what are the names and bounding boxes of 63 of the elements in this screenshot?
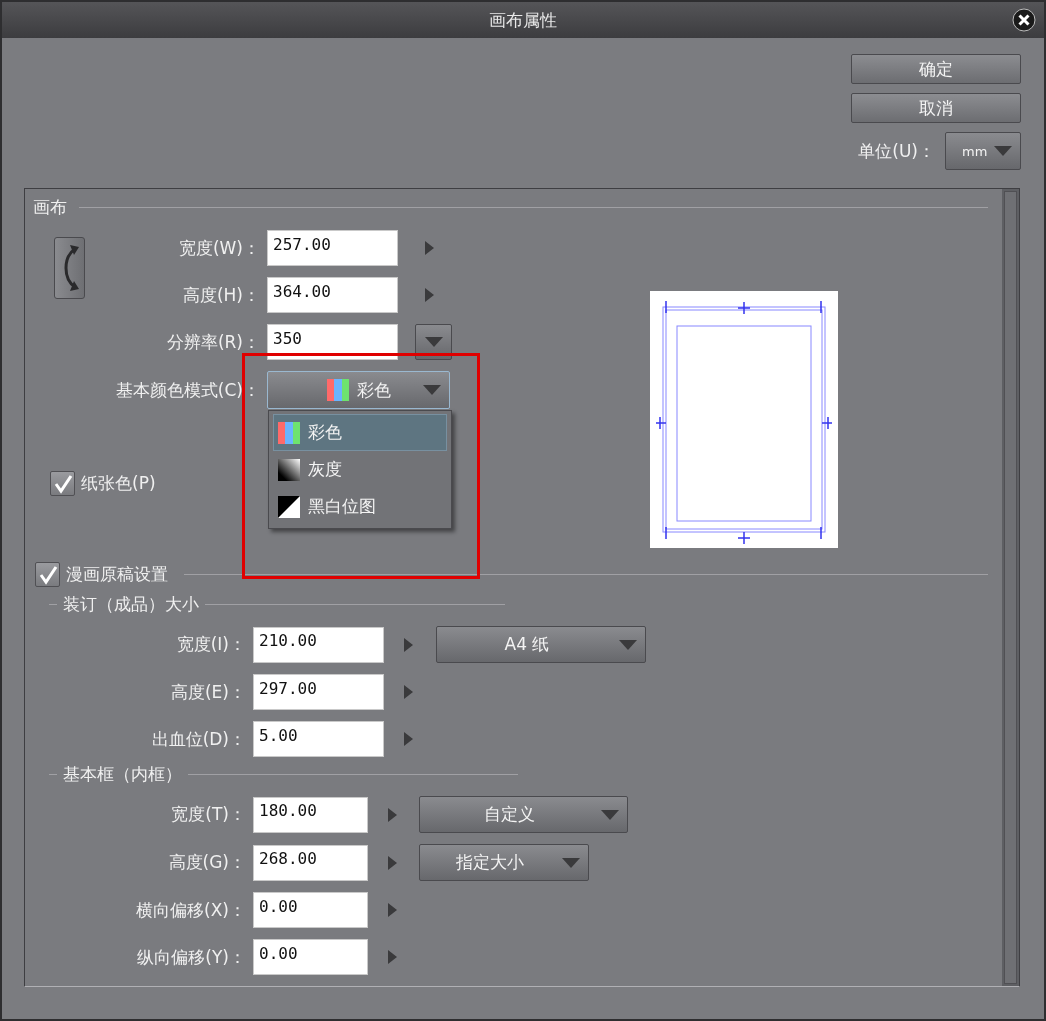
gradient-square-icon — [278, 458, 300, 481]
right-arrow-icon[interactable] — [388, 903, 397, 917]
menu-option[interactable]: 灰度 — [273, 451, 447, 488]
number-field[interactable]: 297.00 — [253, 674, 384, 710]
field-label: 横向偏移(X)： — [135, 898, 247, 922]
dropdown-button[interactable] — [415, 324, 452, 360]
close-icon[interactable] — [1012, 8, 1036, 32]
number-field[interactable]: 364.00 — [267, 277, 398, 313]
right-arrow-icon[interactable] — [388, 855, 397, 870]
field-label: 基本颜色模式(C)： — [114, 378, 260, 402]
field-label: 宽度(W)： — [177, 236, 260, 260]
half-filled-square-icon — [278, 495, 300, 518]
color-stripes-icon — [326, 379, 349, 401]
caret-icon — [562, 857, 580, 868]
caret-icon — [423, 385, 441, 395]
number-field[interactable]: 268.00 — [253, 844, 368, 881]
caret-icon — [994, 146, 1012, 156]
caret-icon — [425, 337, 443, 347]
window-title: 画布属性 — [489, 8, 557, 32]
caret-icon — [601, 809, 619, 820]
field-label: 高度(E)： — [170, 680, 247, 704]
right-arrow-icon[interactable] — [404, 685, 413, 699]
preset-dropdown[interactable]: 指定大小 — [419, 844, 589, 881]
preset-dropdown[interactable]: A4 纸 — [436, 626, 646, 663]
right-arrow-icon[interactable] — [388, 950, 397, 964]
group-title: 基本框（内框） — [63, 762, 182, 786]
menu-option[interactable]: 彩色 — [273, 414, 447, 451]
unit-label: 单位(U)： — [858, 139, 935, 163]
number-field[interactable]: 0.00 — [253, 892, 368, 928]
dialog-button[interactable]: 取消 — [851, 93, 1021, 123]
field-label: 纵向偏移(Y)： — [136, 945, 247, 969]
number-field[interactable]: 0.00 — [253, 939, 368, 975]
field-label: 分辨率(R)： — [165, 330, 260, 354]
number-field[interactable]: 257.00 — [267, 230, 398, 266]
caret-icon — [619, 639, 637, 650]
field-label: 高度(G)： — [167, 851, 247, 874]
color-mode-dropdown[interactable]: 彩色 — [267, 371, 450, 409]
field-label: 出血位(D)： — [150, 727, 247, 751]
number-field[interactable]: 210.00 — [253, 626, 384, 663]
unit-dropdown[interactable]: mm — [945, 132, 1021, 170]
right-arrow-icon[interactable] — [388, 807, 397, 822]
rotate-button[interactable] — [54, 237, 85, 299]
checkbox[interactable] — [50, 471, 75, 496]
field-label: 宽度(T)： — [170, 803, 247, 826]
color-stripes-icon — [278, 421, 300, 444]
number-field[interactable]: 350 — [267, 324, 398, 360]
number-field[interactable]: 180.00 — [253, 796, 368, 833]
checkbox[interactable] — [35, 562, 60, 587]
right-arrow-icon[interactable] — [404, 732, 413, 746]
right-arrow-icon[interactable] — [425, 241, 434, 255]
number-field[interactable]: 5.00 — [253, 721, 384, 757]
checkbox-label: 漫画原稿设置 — [66, 563, 168, 586]
right-arrow-icon[interactable] — [404, 637, 413, 652]
group-title: 装订（成品）大小 — [63, 592, 199, 616]
menu-option[interactable]: 黑白位图 — [273, 488, 447, 525]
dialog-button[interactable]: 确定 — [851, 54, 1021, 84]
checkbox-label: 纸张色(P) — [81, 472, 156, 495]
field-label: 高度(H)： — [181, 283, 260, 307]
section-title: 画布 — [33, 195, 67, 219]
scrollbar[interactable] — [1002, 189, 1019, 986]
preset-dropdown[interactable]: 自定义 — [419, 796, 628, 833]
field-label: 宽度(I)： — [175, 633, 247, 656]
right-arrow-icon[interactable] — [425, 288, 434, 302]
